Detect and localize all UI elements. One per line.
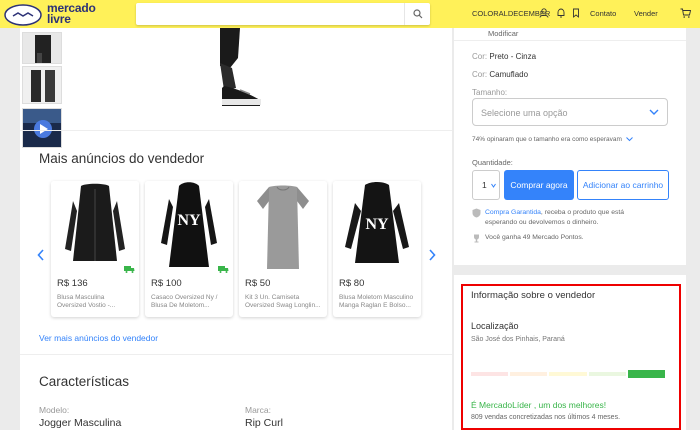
product-image: NY: [145, 181, 233, 273]
ad-title: Casaco Oversized Ny / Blusa De Moletom..…: [151, 294, 218, 309]
trophy-icon: [474, 234, 479, 243]
add-to-cart-button[interactable]: Adicionar ao carrinho: [577, 170, 669, 200]
user-icon[interactable]: [539, 8, 549, 18]
ad-card[interactable]: R$ 50 Kit 3 Un. Camiseta Oversized Swag …: [239, 181, 327, 317]
thumbnail-image: [23, 67, 61, 103]
characteristics-title: Características: [39, 374, 130, 389]
thermometer-segment-active: [627, 370, 666, 378]
location-label: Localização: [471, 321, 519, 331]
thermometer-segment: [588, 372, 626, 376]
product-image: NY: [333, 181, 421, 273]
seller-info-box: Informação sobre o vendedor Localização …: [461, 284, 681, 430]
reputation-thermometer: [471, 370, 666, 378]
search-input[interactable]: [136, 3, 404, 25]
thermometer-segment: [471, 372, 509, 376]
svg-text:NY: NY: [365, 216, 389, 233]
product-image: [239, 181, 327, 273]
cart-icon[interactable]: [680, 8, 691, 18]
product-image: [51, 181, 139, 273]
mercadolivre-logo[interactable]: mercado livre: [4, 1, 124, 26]
logo-text: mercado livre: [47, 1, 96, 26]
quantity-stepper[interactable]: 1: [472, 170, 500, 200]
search-bar: [136, 3, 430, 25]
location-value: São José dos Pinhais, Paraná: [471, 336, 565, 343]
quantity-label: Quantidade:: [472, 158, 513, 167]
shield-icon: [472, 208, 481, 218]
brand-value: Rip Curl: [245, 417, 283, 429]
guarantee-text: Compra Garantida, receba o produto que e…: [485, 209, 625, 226]
ad-card[interactable]: NY R$ 80 Blusa Moletom Masculino Manga R…: [333, 181, 421, 317]
buy-now-button[interactable]: Comprar agora: [504, 170, 574, 200]
size-select-value: Selecione uma opção: [481, 108, 568, 118]
thermometer-segment: [510, 372, 548, 376]
ad-title: Blusa Masculina Oversized Vostio -...: [57, 294, 116, 309]
size-select[interactable]: Selecione uma opção: [472, 98, 668, 126]
divider: [454, 40, 686, 41]
chevron-right-icon[interactable]: [428, 249, 436, 261]
quantity-value: 1: [482, 180, 487, 190]
ad-price: R$ 100: [151, 278, 182, 289]
ad-title: Kit 3 Un. Camiseta Oversized Swag Longli…: [245, 294, 321, 309]
product-main-image[interactable]: [180, 28, 350, 108]
color-row: Cor: Preto - Cinza: [472, 52, 537, 61]
free-shipping-icon: [124, 266, 135, 273]
chevron-down-icon: [491, 183, 496, 188]
section-divider: [20, 130, 452, 131]
thumbnail-1[interactable]: [22, 32, 62, 64]
thumbnail-2[interactable]: [22, 66, 62, 104]
search-button[interactable]: [404, 3, 430, 25]
bell-icon[interactable]: [556, 8, 566, 18]
handshake-logo-icon: [4, 4, 42, 26]
product-main: Mais anúncios do vendedor R$ 136 Blusa M…: [20, 28, 452, 430]
seller-info-title: Informação sobre o vendedor: [471, 290, 596, 301]
color2-row: Cor: Camuflado: [472, 70, 529, 79]
thumbnail-video[interactable]: [22, 108, 62, 148]
ad-price: R$ 80: [339, 278, 365, 289]
section-divider: [20, 354, 452, 355]
sales-count: 809 vendas concretizadas nos últimos 4 m…: [471, 414, 621, 421]
search-icon: [412, 9, 422, 19]
ad-card[interactable]: R$ 136 Blusa Masculina Oversized Vostio …: [51, 181, 139, 317]
points-text: Você ganha 49 Mercado Pontos.: [485, 234, 584, 241]
chevron-down-icon: [649, 109, 659, 115]
vender-link[interactable]: Vender: [634, 9, 658, 18]
model-value: Jogger Masculina: [39, 417, 122, 429]
thermometer-segment: [549, 372, 587, 376]
chevron-left-icon[interactable]: [37, 249, 45, 261]
model-label: Modelo:: [39, 405, 70, 415]
mercadolider-text: É MercadoLíder , um dos melhores!: [471, 400, 607, 410]
svg-text:NY: NY: [177, 212, 201, 229]
size-label: Tamanho:: [472, 88, 508, 97]
see-more-ads-link[interactable]: Ver mais anúncios do vendedor: [39, 333, 158, 343]
ad-price: R$ 50: [245, 278, 271, 289]
ad-card[interactable]: NY R$ 100 Casaco Oversized Ny / Blusa De…: [145, 181, 233, 317]
section-gap: [454, 265, 686, 275]
top-header: mercado livre COLORALDECEMBER Contato Ve…: [0, 0, 700, 28]
chevron-down-icon[interactable]: [625, 136, 633, 142]
guarantee-link[interactable]: Compra Garantida: [485, 209, 541, 216]
thumbnail-image: [23, 33, 61, 63]
purchase-sidebar: Modificar Cor: Preto - Cinza Cor: Camufl…: [454, 28, 686, 430]
video-thumbnail-image: [23, 109, 61, 147]
brand-label: Marca:: [245, 405, 271, 415]
bookmark-icon[interactable]: [571, 8, 581, 18]
ad-title: Blusa Moletom Masculino Manga Raglan E B…: [339, 294, 414, 309]
free-shipping-icon: [218, 266, 229, 273]
seller-ads-title: Mais anúncios do vendedor: [39, 151, 205, 166]
size-opinion: 74% opinaram que o tamanho era como espe…: [472, 136, 633, 143]
ad-price: R$ 136: [57, 278, 88, 289]
contato-link[interactable]: Contato: [590, 9, 616, 18]
modify-link[interactable]: Modificar: [488, 29, 518, 38]
